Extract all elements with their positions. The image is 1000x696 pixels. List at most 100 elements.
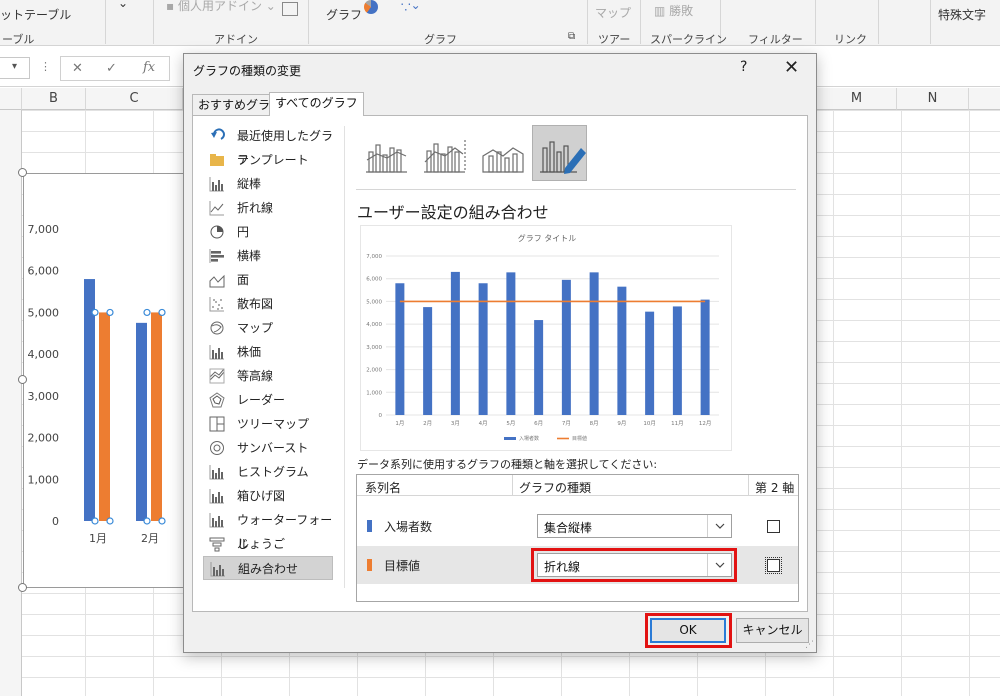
ribbon-map-button[interactable]: マップ xyxy=(595,4,631,21)
table-icon[interactable] xyxy=(282,2,298,16)
chart-type-label: サンバースト xyxy=(237,441,309,455)
ribbon-winloss-button[interactable]: ▥ 勝敗 xyxy=(654,2,693,19)
column-header-c[interactable]: C xyxy=(86,88,183,110)
selection-handle xyxy=(106,308,114,317)
bar xyxy=(506,272,516,415)
surface-chart-icon xyxy=(209,368,225,384)
chart-type-item[interactable]: レーダー xyxy=(203,388,333,412)
ribbon-chart-button[interactable]: グラフ xyxy=(326,6,362,23)
name-box[interactable]: ▾ xyxy=(0,57,30,79)
chart-type-item[interactable]: マップ xyxy=(203,316,333,340)
sheet-chart[interactable]: 7,000 6,000 5,000 4,000 3,000 2,000 1,000 0 1月 2月 xyxy=(23,173,193,588)
dialog-launcher-icon[interactable]: ⧉ xyxy=(568,31,575,42)
chart-type-item[interactable]: ウォーターフォール xyxy=(203,508,333,551)
secondary-axis-checkbox[interactable] xyxy=(765,557,782,574)
chart-type-item[interactable]: 横棒 xyxy=(203,244,333,268)
scatter-chart-icon xyxy=(209,297,224,312)
chevron-down-icon[interactable] xyxy=(707,515,731,537)
x-tick-label: 12月 xyxy=(699,420,712,427)
resize-handle[interactable] xyxy=(18,375,27,384)
ribbon-symbol-button[interactable]: 特殊文字 xyxy=(938,6,986,23)
change-chart-type-dialog: グラフの種類の変更 ? ✕ おすすめグラフ すべてのグラフ 最近使用したグラフテ… xyxy=(183,53,817,653)
sunburst-chart-icon xyxy=(210,441,224,455)
column-header-n[interactable]: N xyxy=(897,88,969,110)
chart-type-item[interactable]: ツリーマップ xyxy=(203,412,333,436)
map-chart-icon xyxy=(210,321,224,335)
cancel-button[interactable]: キャンセル xyxy=(736,618,809,643)
chart-type-item[interactable]: 最近使用したグラフ xyxy=(203,124,333,167)
series-row: 目標値 折れ線 xyxy=(357,546,798,584)
chart-type-label: 横棒 xyxy=(237,249,262,263)
close-button[interactable]: ✕ xyxy=(784,57,799,78)
ribbon-addins-button[interactable]: ▪ 個人用アドイン ⌄ xyxy=(166,0,276,14)
x-tick-label: 6月 xyxy=(534,420,543,427)
chart-type-item[interactable]: 円 xyxy=(203,220,333,244)
series-color-swatch xyxy=(367,520,372,532)
sheet-chart-plot: 7,000 6,000 5,000 4,000 3,000 2,000 1,000 0 1月 2月 xyxy=(28,223,166,545)
bar xyxy=(136,322,147,521)
formula-input[interactable]: ✕ ✓ fx xyxy=(60,56,170,81)
chart-type-list: 最近使用したグラフ テンプレート 縦棒 折れ線円横棒面散布図マップ 株価 等高線 レーダーツ… xyxy=(203,124,333,580)
chart-type-item[interactable]: テンプレート xyxy=(203,148,333,172)
tab-all-charts[interactable]: すべてのグラフ xyxy=(269,92,364,116)
column-header-m[interactable]: M xyxy=(817,88,897,110)
pie-chart-icon[interactable] xyxy=(364,0,378,14)
divider xyxy=(356,189,796,190)
chart-type-item[interactable]: 面 xyxy=(203,268,333,292)
chart-type-item[interactable]: 折れ線 xyxy=(203,196,333,220)
y-tick-label: 2,000 xyxy=(28,432,60,445)
y-tick-label: 3,000 xyxy=(366,345,382,351)
column-header-b[interactable]: B xyxy=(22,88,86,110)
treemap-chart-icon xyxy=(209,416,225,432)
resize-handle[interactable] xyxy=(18,168,27,177)
chart-type-item[interactable]: 箱ひげ図 xyxy=(203,484,333,508)
combo-area-column-icon[interactable] xyxy=(474,125,529,181)
chart-type-item[interactable]: 株価 xyxy=(203,340,333,364)
enter-icon[interactable]: ✓ xyxy=(106,61,117,76)
scatter-chart-icon[interactable]: ⁛⌄ xyxy=(401,0,421,12)
series-type-dropdown[interactable]: 集合縦棒 xyxy=(537,514,732,538)
highlight-box xyxy=(645,613,732,648)
chart-type-item[interactable]: 縦棒 xyxy=(203,172,333,196)
ribbon-pivottable[interactable]: ットテーブル xyxy=(0,6,71,23)
help-button[interactable]: ? xyxy=(740,59,747,75)
series-row: 入場者数 集合縦棒 xyxy=(357,507,798,545)
y-tick-label: 1,000 xyxy=(28,473,60,486)
x-tick-label: 2月 xyxy=(141,532,159,545)
secondary-axis-checkbox[interactable] xyxy=(767,520,780,533)
series-color-swatch xyxy=(367,559,372,571)
chart-type-label: 箱ひげ図 xyxy=(237,489,286,503)
y-tick-label: 4,000 xyxy=(28,348,60,361)
header-series-name: 系列名 xyxy=(365,481,402,495)
resize-grip-icon[interactable]: ⋰ xyxy=(805,640,814,650)
resize-handle[interactable] xyxy=(18,583,27,592)
chart-type-item[interactable]: じょうご xyxy=(203,532,333,556)
y-tick-label: 0 xyxy=(52,515,59,528)
combo-column-line-secondary-icon[interactable] xyxy=(416,125,471,181)
x-tick-label: 7月 xyxy=(562,420,571,427)
chart-type-item[interactable]: 等高線 xyxy=(203,364,333,388)
column-header-o[interactable] xyxy=(969,88,1000,110)
pie-chart-icon xyxy=(210,225,224,239)
combo-clustered-column-line-icon[interactable] xyxy=(358,125,413,181)
chart-type-item[interactable]: ヒストグラム xyxy=(203,460,333,484)
more-icon: ⋮ xyxy=(40,60,51,73)
stock-chart-icon xyxy=(209,345,224,360)
insert-function-icon[interactable]: fx xyxy=(143,60,155,75)
header-chart-type: グラフの種類 xyxy=(519,481,592,495)
combo-custom-icon[interactable] xyxy=(532,125,587,181)
selection-handle xyxy=(106,517,114,525)
cancel-icon[interactable]: ✕ xyxy=(72,61,83,76)
y-tick-label: 1,000 xyxy=(366,390,382,396)
group-label-table: ーブル xyxy=(2,33,35,46)
chart-type-label: 散布図 xyxy=(237,297,274,311)
select-all-corner[interactable] xyxy=(0,88,22,110)
x-tick-label: 4月 xyxy=(479,420,488,427)
chart-type-item[interactable]: 組み合わせ xyxy=(203,556,333,580)
chevron-down-icon[interactable]: ▾ xyxy=(12,61,17,72)
bar xyxy=(561,279,571,415)
chart-type-item[interactable]: 散布図 xyxy=(203,292,333,316)
chevron-down-icon[interactable]: ⌄ xyxy=(118,0,128,10)
y-tick-label: 7,000 xyxy=(366,254,382,260)
chart-type-item[interactable]: サンバースト xyxy=(203,436,333,460)
